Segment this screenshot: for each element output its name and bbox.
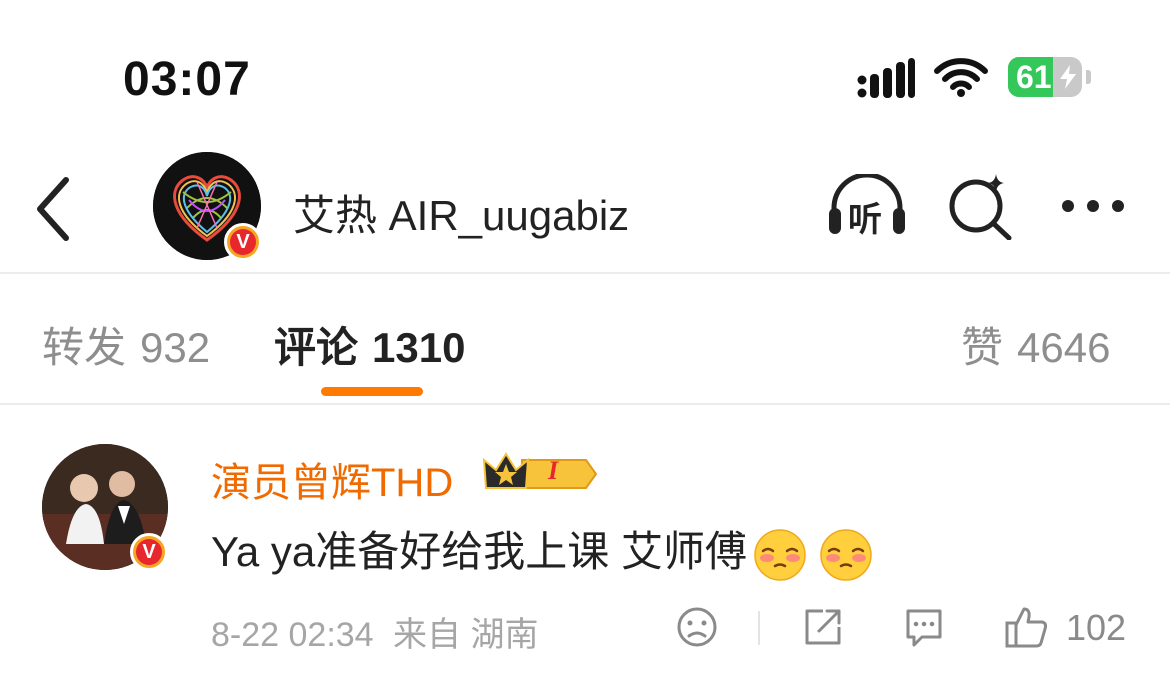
wifi-icon	[934, 58, 988, 97]
blush-emoji-icon	[754, 529, 806, 581]
battery-percent: 61	[1016, 59, 1052, 95]
member-level: I	[548, 456, 559, 485]
tabs-divider	[0, 403, 1170, 405]
tab-comments[interactable]: 评论 1310	[274, 314, 465, 375]
share-icon[interactable]	[801, 605, 845, 649]
charging-bolt-icon	[1060, 65, 1076, 89]
more-dots-icon[interactable]	[1058, 196, 1128, 216]
tab-likes[interactable]: 赞 4646	[961, 314, 1110, 375]
comment-timestamp: 8-22 02:34	[211, 616, 374, 654]
member-badge[interactable]: I	[482, 450, 598, 499]
battery-indicator: 61	[1008, 57, 1091, 97]
listen-label: 听	[848, 201, 882, 239]
tab-reposts[interactable]: 转发 932	[42, 314, 210, 375]
thumbs-up-icon[interactable]	[1004, 605, 1050, 649]
comment-text: Ya ya准备好给我上课 艾师傅	[211, 518, 873, 582]
comment-username[interactable]: 演员曾辉THD	[211, 450, 453, 508]
cellular-signal-icon	[857, 58, 915, 98]
like-count: 102	[1066, 607, 1127, 648]
status-time: 03:07	[123, 53, 251, 106]
page-title: 艾热 AIR_uugabiz	[293, 192, 630, 239]
battery-nub	[1086, 70, 1091, 84]
comment-source: 来自 湖南	[393, 616, 539, 654]
comment-verified-badge: V	[130, 533, 168, 571]
back-chevron-icon[interactable]	[28, 174, 78, 244]
active-tab-indicator	[321, 387, 423, 396]
dislike-face-icon[interactable]	[675, 605, 719, 649]
blush-emoji-icon	[820, 529, 872, 581]
verified-badge: V	[224, 223, 262, 261]
header-divider	[0, 272, 1170, 274]
battery-body: 61	[1008, 57, 1082, 97]
crown-icon	[482, 452, 598, 489]
comment-meta: 8-22 02:34 来自 湖南	[211, 607, 539, 656]
listen-button[interactable]: 听	[826, 172, 908, 241]
action-separator	[758, 611, 760, 645]
search-sparkle-icon[interactable]	[946, 172, 1016, 240]
comment-icon[interactable]	[902, 605, 946, 649]
